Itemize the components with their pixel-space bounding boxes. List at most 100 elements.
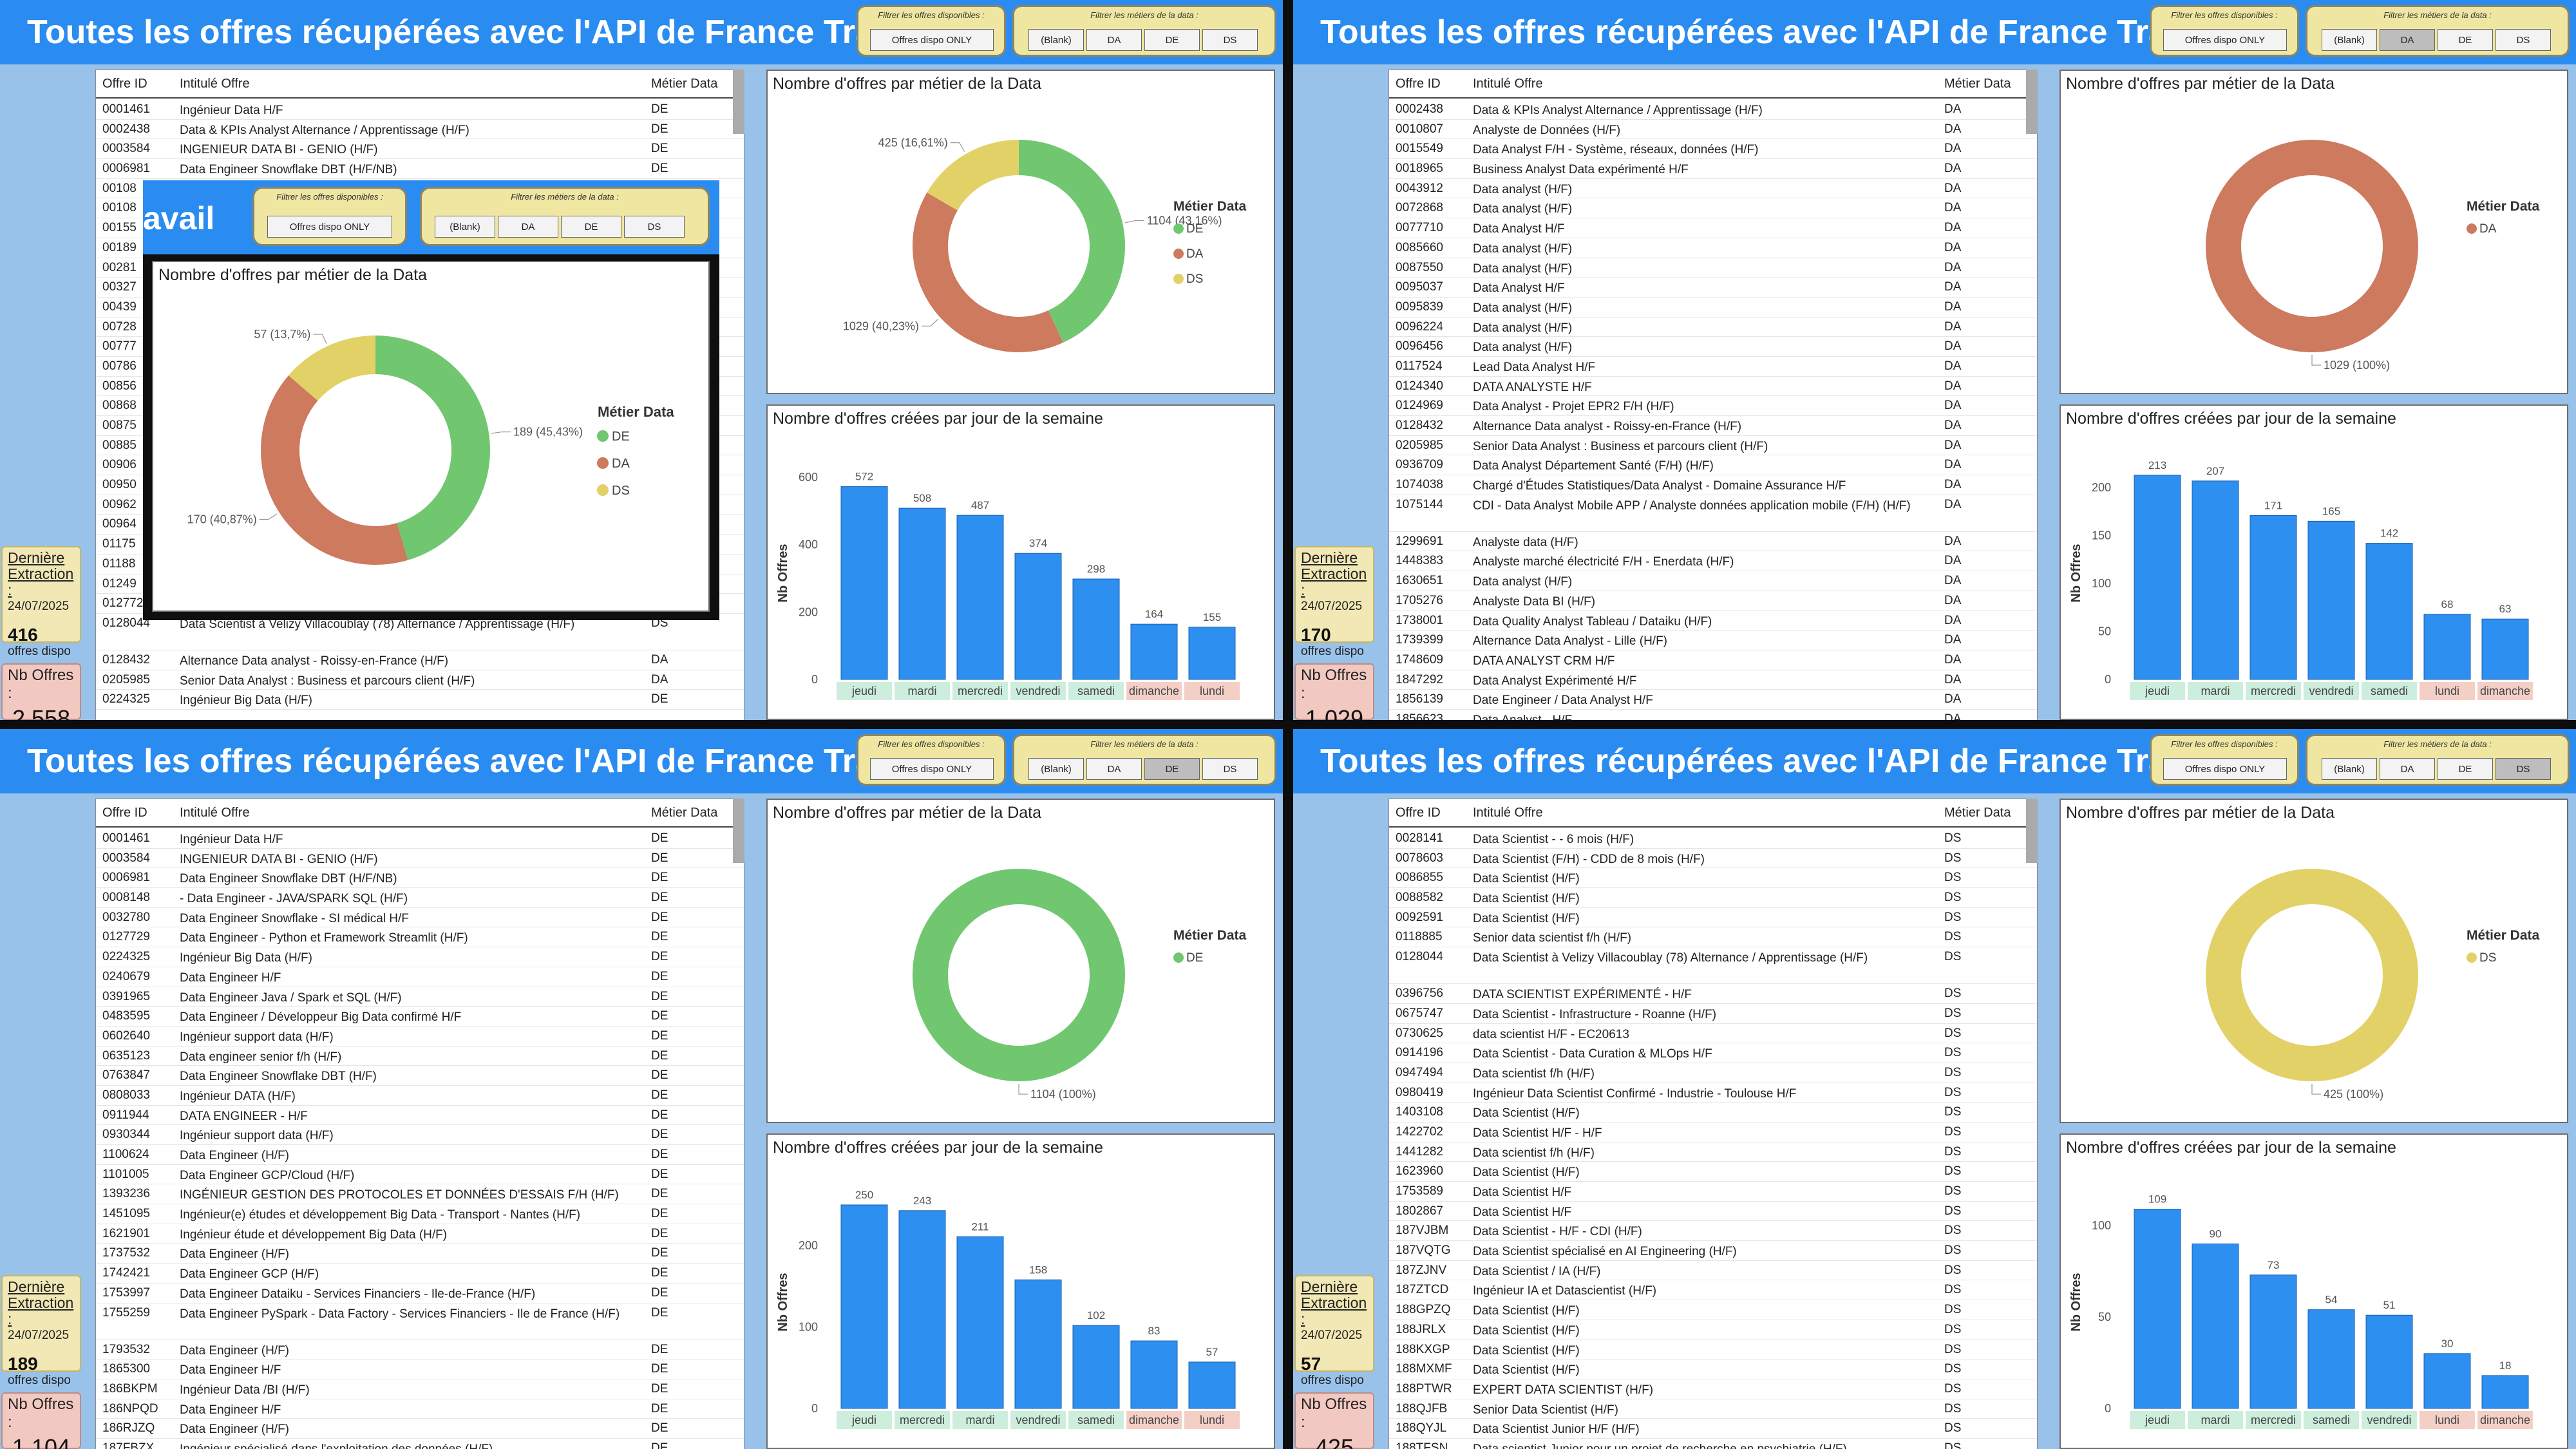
column-header-metier[interactable]: Métier Data [651,806,717,820]
bar-lundi[interactable] [2423,614,2471,680]
metier-filter-blank[interactable]: (Blank) [2322,29,2377,51]
column-header-offre-id[interactable]: Offre ID [102,77,147,91]
metier-filter-ds[interactable]: DS [1202,758,1258,780]
overlay-metier-filter[interactable]: DE [561,216,621,238]
bar-jeudi[interactable] [2134,475,2181,680]
table-row[interactable]: 0092591 Data Scientist (H/F) DS [1389,908,2037,928]
bar-jeudi[interactable] [840,1204,888,1409]
table-scrollbar[interactable] [2026,799,2038,863]
table-row[interactable]: 1705276 Analyste Data BI (H/F) DA [1389,591,2037,611]
table-row[interactable]: 1441282 Data scientist f/h (H/F) DS [1389,1142,2037,1162]
bar-dimanche[interactable] [1130,1340,1178,1409]
table-row[interactable]: 0003584 INGENIEUR DATA BI - GENIO (H/F) DE [96,139,744,160]
table-row[interactable]: 0224325 Ingénieur Big Data (H/F) DE [96,690,744,710]
table-row[interactable]: 0095839 Data analyst (H/F) DA [1389,298,2037,317]
column-header-offre-id[interactable]: Offre ID [102,806,147,820]
bar-mercredi[interactable] [956,515,1004,680]
bar-vendredi[interactable] [2365,1314,2413,1409]
column-header-offre-id[interactable]: Offre ID [1396,806,1441,820]
table-row[interactable]: 1802867 Data Scientist H/F DS [1389,1202,2037,1222]
metier-filter-da[interactable]: DA [1086,29,1142,51]
bar-vendredi[interactable] [2307,520,2355,680]
bar-mardi[interactable] [956,1236,1004,1409]
bar-lundi[interactable] [2423,1353,2471,1409]
table-row[interactable]: 0117524 Lead Data Analyst H/F DA [1389,357,2037,377]
table-row[interactable]: 0003584 INGENIEUR DATA BI - GENIO (H/F) DE [96,849,744,869]
bar-lundi[interactable] [1188,627,1236,680]
table-row[interactable]: 0936709 Data Analyst Département Santé (F… [1389,455,2037,476]
table-row[interactable]: 1856623 Data Analyst - H/FDA [1389,710,2037,720]
table-row[interactable]: 0010807 Analyste de Données (H/F) DA [1389,120,2037,140]
table-row[interactable]: 0730625 data scientist H/F - EC20613 DS [1389,1024,2037,1044]
legend-item-da[interactable]: DA [1186,247,1204,261]
metier-filter-de[interactable]: DE [1144,29,1200,51]
table-row[interactable]: 188QJFB Senior Data Scientist (H/F) DS [1389,1399,2037,1419]
legend-item-de[interactable]: DE [1186,951,1203,965]
table-row[interactable]: 1748609 DATA ANALYST CRM H/F DA [1389,650,2037,670]
table-row[interactable]: 1865300 Data Engineer H/F DE [96,1359,744,1379]
bar-dimanche[interactable] [2481,618,2529,680]
table-row[interactable]: 0128044 Data Scientist à Velizy Villacoub… [1389,947,2037,985]
table-row[interactable]: 1742421 Data Engineer GCP (H/F) DE [96,1264,744,1283]
overlay-offres-dispo-button[interactable]: Offres dispo ONLY [267,216,392,238]
table-row[interactable]: 0028141 Data Scientist - - 6 mois (H/F) DS [1389,829,2037,849]
table-row[interactable]: 1847292 Data Analyst Expérimenté H/F DA [1389,670,2037,690]
bar-samedi[interactable] [2307,1309,2355,1409]
table-row[interactable]: 1739399 Alternance Data Analyst - Lille (… [1389,630,2037,650]
table-row[interactable]: 0240679 Data Engineer H/F DE [96,967,744,987]
table-row[interactable]: 188QYJL Data Scientist Junior H/F (H/F) DS [1389,1419,2037,1439]
bar-mardi[interactable] [2192,480,2239,680]
metier-filter-da[interactable]: DA [2380,29,2435,51]
table-row[interactable]: 1075144 CDI - Data Analyst Mobile APP / A… [1389,495,2037,532]
table-row[interactable]: 0096224 Data analyst (H/F) DA [1389,317,2037,337]
offres-dispo-only-button[interactable]: Offres dispo ONLY [2163,29,2287,51]
table-row[interactable]: 0483595 Data Engineer / Développeur Big D… [96,1007,744,1027]
table-scrollbar[interactable] [2026,70,2038,134]
table-row[interactable]: 1451095 Ingénieur(e) études et développem… [96,1204,744,1224]
bar-jeudi[interactable] [840,486,888,680]
table-row[interactable]: 188GPZQ Data Scientist (H/F) DS [1389,1300,2037,1320]
metier-filter-blank[interactable]: (Blank) [1028,29,1084,51]
table-row[interactable]: 0072868 Data analyst (H/F) DA [1389,198,2037,219]
table-row[interactable]: 0396756 DATA SCIENTIST EXPÉRIMENTÉ - H/F D… [1389,984,2037,1004]
offres-dispo-only-button[interactable]: Offres dispo ONLY [2163,758,2287,780]
table-row[interactable]: 188JRLX Data Scientist (H/F) DS [1389,1320,2037,1340]
bar-samedi[interactable] [1072,578,1120,680]
column-header-intitule[interactable]: Intitulé Offre [1473,806,1543,820]
bar-vendredi[interactable] [1014,1279,1062,1409]
legend-item-ds[interactable]: DS [2479,951,2496,965]
table-row[interactable]: 1101005 Data Engineer GCP/Cloud (H/F) DE [96,1165,744,1185]
table-row[interactable]: 0087550 Data analyst (H/F) DA [1389,258,2037,278]
metier-filter-de[interactable]: DE [2438,29,2493,51]
table-row[interactable]: 0085660 Data analyst (H/F) DA [1389,238,2037,258]
bar-jeudi[interactable] [2134,1209,2181,1409]
table-row[interactable]: 1738001 Data Quality Analyst Tableau / Da… [1389,611,2037,631]
donut-slice-de[interactable] [912,869,1125,1081]
table-row[interactable]: 0008148 - Data Engineer - JAVA/SPARK SQL … [96,888,744,908]
metier-filter-de[interactable]: DE [2438,758,2493,780]
bar-vendredi[interactable] [1014,553,1062,680]
table-row[interactable]: 0001461 Ingénieur Data H/F DE [96,100,744,120]
table-row[interactable]: 0002438 Data & KPIs Analyst Alternance / … [1389,100,2037,120]
metier-filter-blank[interactable]: (Blank) [2322,758,2377,780]
table-row[interactable]: 1856139 Date Engineer / Data Analyst H/F D… [1389,690,2037,710]
table-row[interactable]: 1737532 Data Engineer (H/F) DE [96,1244,744,1264]
table-row[interactable]: 187VJBM Data Scientist - H/F - CDI (H/F) D… [1389,1221,2037,1242]
bar-mardi[interactable] [2192,1243,2239,1409]
table-row[interactable]: 187VQTG Data Scientist spécialisé en AI E… [1389,1241,2037,1261]
table-row[interactable]: 0128432 Alternance Data analyst - Roissy-… [96,650,744,670]
table-row[interactable]: 0205985 Senior Data Analyst : Business et… [1389,436,2037,456]
table-row[interactable]: 0675747 Data Scientist - Infrastructure -… [1389,1004,2037,1024]
metier-filter-blank[interactable]: (Blank) [1028,758,1084,780]
overlay-legend-item[interactable]: DA [612,457,630,471]
offres-dispo-only-button[interactable]: Offres dispo ONLY [870,29,994,51]
table-row[interactable]: 186RJZQ Data Engineer (H/F) DE [96,1419,744,1439]
table-row[interactable]: 1074038 Chargé d'Études Statistiques/Data… [1389,475,2037,495]
table-row[interactable]: 0947494 Data scientist f/h (H/F) DS [1389,1063,2037,1083]
column-header-metier[interactable]: Métier Data [1944,806,2011,820]
table-row[interactable]: 0391965 Data Engineer Java / Spark et SQL… [96,987,744,1007]
overlay-legend-item[interactable]: DE [612,430,630,444]
table-row[interactable]: 1753997 Data Engineer Dataiku - Services … [96,1283,744,1303]
column-header-intitule[interactable]: Intitulé Offre [180,77,250,91]
table-row[interactable]: 0118885 Senior data scientist f/h (H/F) DS [1389,927,2037,948]
